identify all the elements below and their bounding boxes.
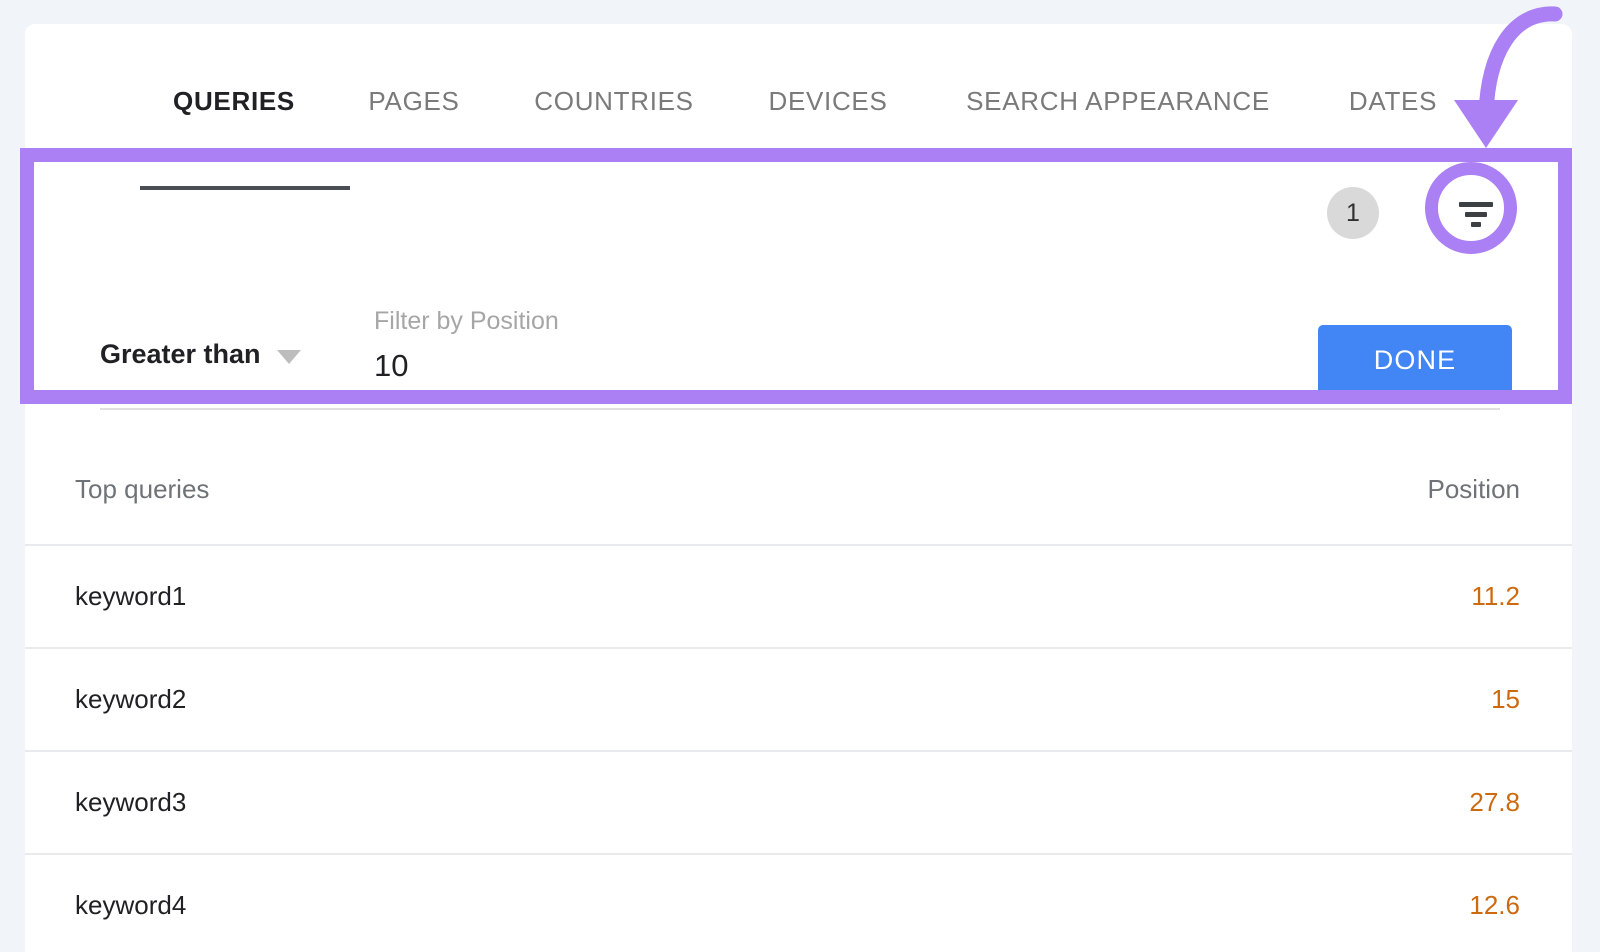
query-cell: keyword4 [75,890,186,921]
filter-icon-bar-middle [1465,212,1487,217]
queries-table: Top queries Position keyword1 11.2 keywo… [25,434,1572,952]
chevron-down-icon [277,350,301,364]
search-console-card: QUERIES PAGES COUNTRIES DEVICES SEARCH A… [25,24,1572,952]
tab-bar: QUERIES PAGES COUNTRIES DEVICES SEARCH A… [25,24,1572,155]
query-cell: keyword3 [75,787,186,818]
operator-dropdown[interactable]: Greater than [100,339,301,370]
table-row[interactable]: keyword1 11.2 [25,546,1572,649]
filter-icon-bar-bottom [1471,222,1481,227]
table-header-row: Top queries Position [25,434,1572,546]
position-cell: 15 [1491,684,1520,715]
position-cell: 12.6 [1469,890,1520,921]
operator-label: Greater than [100,339,261,370]
filter-list-icon[interactable] [1448,185,1504,241]
filter-value-input[interactable]: 10 [374,348,408,384]
tab-devices[interactable]: DEVICES [768,86,887,117]
filter-icon-bar-top [1459,202,1493,207]
table-row[interactable]: keyword3 27.8 [25,752,1572,855]
column-header-top-queries[interactable]: Top queries [75,474,209,505]
query-cell: keyword1 [75,581,186,612]
position-cell: 27.8 [1469,787,1520,818]
filter-field-underline [100,408,1500,410]
position-cell: 11.2 [1471,581,1520,612]
tab-countries[interactable]: COUNTRIES [534,86,693,117]
active-tab-indicator [140,186,350,190]
tab-dates[interactable]: DATES [1349,86,1437,117]
done-button[interactable]: DONE [1318,325,1512,395]
table-row[interactable]: keyword4 12.6 [25,855,1572,952]
active-filter-count-badge[interactable]: 1 [1327,187,1379,239]
table-row[interactable]: keyword2 15 [25,649,1572,752]
tab-search-appearance[interactable]: SEARCH APPEARANCE [966,86,1270,117]
column-header-position[interactable]: Position [1428,474,1521,505]
tab-queries[interactable]: QUERIES [173,86,295,117]
filter-value-placeholder: Filter by Position [374,307,559,336]
tab-pages[interactable]: PAGES [368,86,459,117]
query-cell: keyword2 [75,684,186,715]
filter-controls-row: Greater than Filter by Position 10 [100,293,1512,403]
filter-panel: 1 Greater than Filter by Position 10 DON… [25,155,1572,423]
